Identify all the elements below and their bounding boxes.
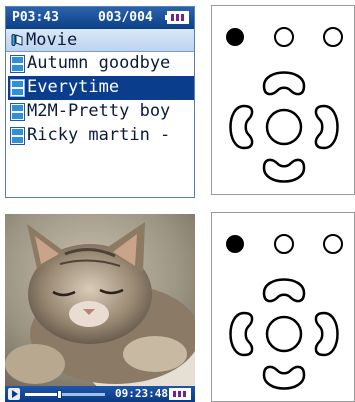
video-screen: 09:23:48 [5, 214, 195, 402]
folder-icon [11, 34, 23, 46]
up-key-icon [262, 278, 306, 303]
status-bar: P03:43 003/004 [6, 7, 194, 29]
key-indicator [323, 234, 343, 254]
status-time: P03:43 [12, 10, 59, 25]
list-item-label: Everytime [27, 77, 120, 97]
playback-time: 09:23:48 [115, 387, 168, 400]
video-file-icon [10, 127, 25, 145]
up-key-icon [262, 71, 306, 96]
key-indicator [323, 27, 343, 47]
battery-icon [165, 11, 189, 24]
left-key-icon [229, 104, 254, 150]
list-item[interactable]: M2M-Pretty boy [8, 100, 194, 124]
key-indicator [274, 234, 294, 254]
player-control-bar: 09:23:48 [5, 386, 195, 402]
list-item[interactable]: Ricky martin - [8, 124, 194, 148]
center-key-icon [265, 108, 303, 146]
folder-header[interactable]: Movie [6, 29, 194, 52]
video-file-icon [10, 55, 25, 73]
battery-icon [169, 388, 191, 400]
video-file-icon [10, 79, 25, 97]
play-icon[interactable] [8, 388, 20, 400]
seek-thumb[interactable] [56, 390, 62, 399]
seek-bar[interactable] [25, 390, 105, 399]
kitten-photo [5, 214, 195, 386]
list-item[interactable]: Autumn goodbye [8, 52, 194, 76]
key-indicator [274, 27, 294, 47]
down-key-icon [262, 365, 306, 390]
right-key-icon [314, 311, 339, 357]
left-key-icon [229, 311, 254, 357]
key-indicator-active [226, 235, 244, 253]
list-item-label: Ricky martin - [27, 125, 171, 145]
list-item-label: Autumn goodbye [27, 53, 171, 73]
list-item-label: M2M-Pretty boy [27, 101, 171, 121]
center-key-icon [265, 315, 303, 353]
video-file-icon [10, 103, 25, 121]
right-key-icon [314, 104, 339, 150]
seek-progress [25, 393, 59, 396]
file-list-screen: P03:43 003/004 Movie Autumn goodbye Ever… [5, 6, 195, 198]
list-item-selected[interactable]: Everytime [8, 76, 194, 100]
keypad-diagram-bottom [211, 212, 355, 402]
down-key-icon [262, 158, 306, 183]
folder-label: Movie [26, 30, 78, 50]
track-count: 003/004 [98, 10, 153, 25]
keypad-diagram-top [211, 5, 355, 195]
key-indicator-active [226, 28, 244, 46]
